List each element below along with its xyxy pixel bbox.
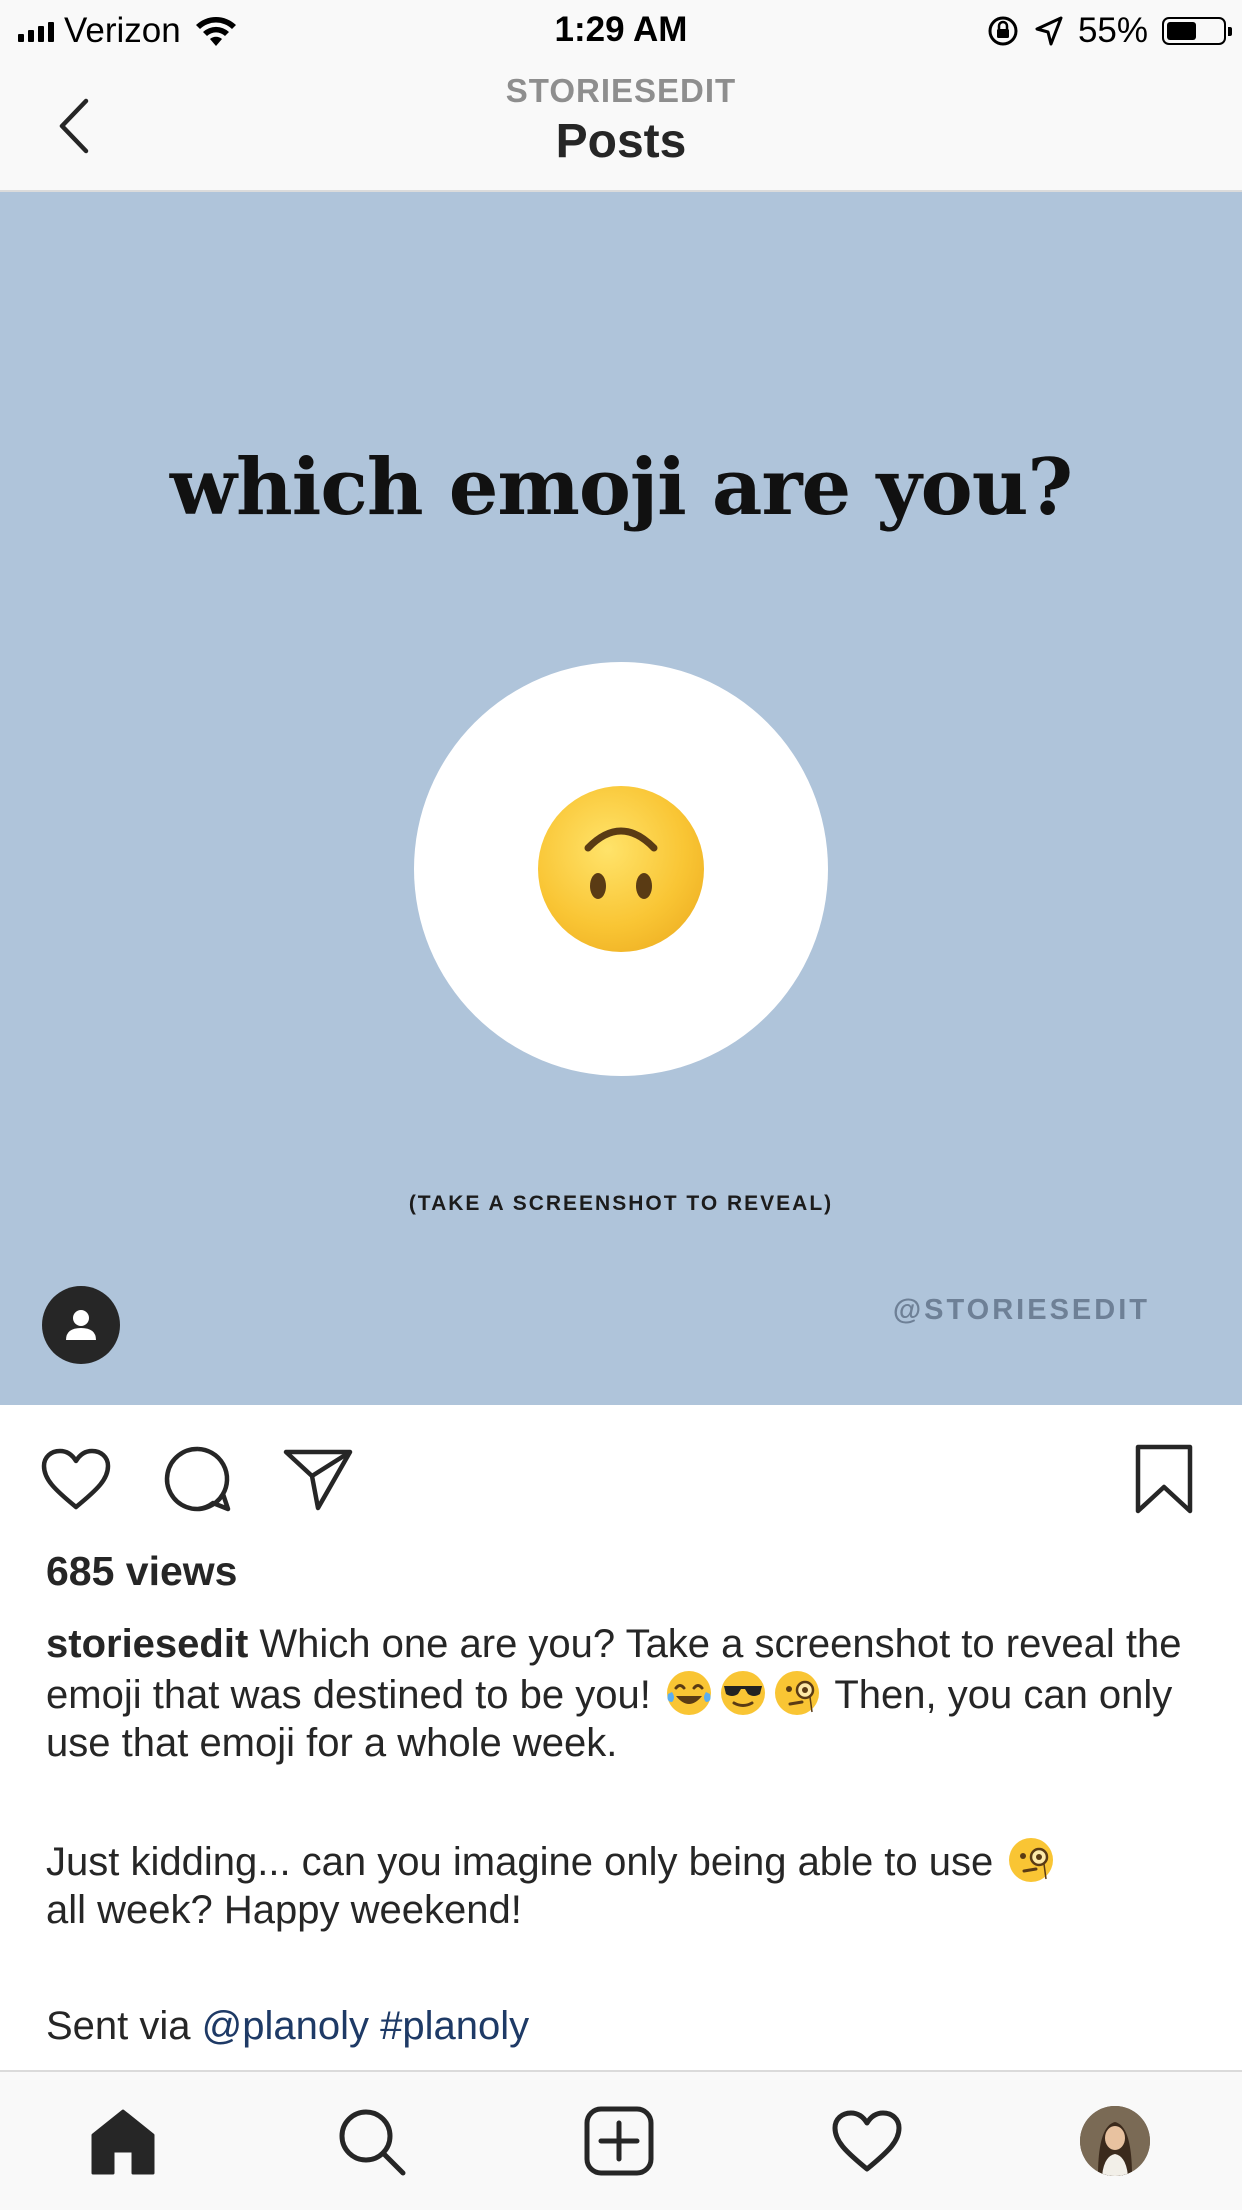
comment-icon	[164, 1446, 231, 1512]
status-bar: Verizon 1:29 AM 55%	[0, 0, 1242, 62]
tab-activity[interactable]	[822, 2096, 912, 2186]
page-title: Posts	[555, 115, 687, 168]
status-right: 55%	[986, 8, 1232, 54]
caption-paragraph-1: storiesedit Which one are you? Take a sc…	[46, 1620, 1196, 1767]
location-icon	[1035, 16, 1063, 46]
tagged-users-button[interactable]	[42, 1286, 120, 1364]
caption-text-2-end: all week? Happy weekend!	[46, 1888, 522, 1932]
caption-paragraph-3: Sent via @planoly #planoly	[46, 2002, 1196, 2050]
mention-link[interactable]: @planoly	[202, 2004, 369, 2048]
battery-percent: 55%	[1077, 11, 1148, 50]
profile-avatar	[1080, 2106, 1150, 2176]
post-actions	[0, 1405, 1242, 1545]
sent-via-label: Sent via	[46, 2004, 202, 2048]
caption-text-2: Just kidding... can you imagine only bei…	[46, 1840, 1005, 1884]
save-button[interactable]	[1126, 1441, 1202, 1517]
nav-header: STORIESEDIT Posts	[0, 62, 1242, 192]
share-button[interactable]	[280, 1441, 356, 1517]
add-post-icon	[584, 2106, 654, 2176]
tab-home[interactable]	[78, 2096, 168, 2186]
reveal-instruction: (TAKE A SCREENSHOT TO REVEAL)	[408, 1192, 834, 1215]
heart-icon	[41, 1448, 111, 1510]
search-icon	[339, 2109, 406, 2176]
monocle-emoji-icon	[1009, 1838, 1054, 1882]
hashtag-link[interactable]: #planoly	[380, 2004, 529, 2048]
tab-bar	[0, 2070, 1242, 2210]
nav-subtitle: STORIESEDIT	[505, 72, 737, 109]
battery-level	[1167, 22, 1196, 40]
watermark: @STORIESEDIT	[892, 1294, 1150, 1326]
post-image[interactable]: which emoji are you? (TAKE A SCREENSHOT …	[0, 192, 1242, 1405]
orientation-lock-icon	[988, 16, 1018, 46]
activity-icon	[832, 2110, 902, 2172]
comment-button[interactable]	[160, 1441, 236, 1517]
bookmark-icon	[1135, 1444, 1193, 1514]
post-headline: which emoji are you?	[169, 442, 1073, 533]
person-icon	[66, 1310, 96, 1340]
view-count: 685 views	[46, 1548, 238, 1594]
monocle-emoji-icon	[774, 1671, 819, 1715]
caption-username[interactable]: storiesedit	[46, 1622, 248, 1666]
battery-icon	[1162, 17, 1232, 45]
sunglasses-emoji-icon	[720, 1671, 765, 1715]
emoji-circle	[414, 662, 828, 1076]
tears-of-joy-emoji-icon	[666, 1671, 711, 1715]
tab-profile[interactable]	[1070, 2096, 1160, 2186]
caption-paragraph-2: Just kidding... can you imagine only bei…	[46, 1835, 1196, 1934]
send-icon	[283, 1449, 353, 1511]
tab-search[interactable]	[326, 2096, 416, 2186]
home-icon	[91, 2109, 155, 2175]
post-caption: storiesedit Which one are you? Take a sc…	[46, 1620, 1196, 2050]
tab-new-post[interactable]	[574, 2096, 664, 2186]
like-button[interactable]	[38, 1441, 114, 1517]
upside-down-face-emoji-icon	[538, 786, 704, 952]
